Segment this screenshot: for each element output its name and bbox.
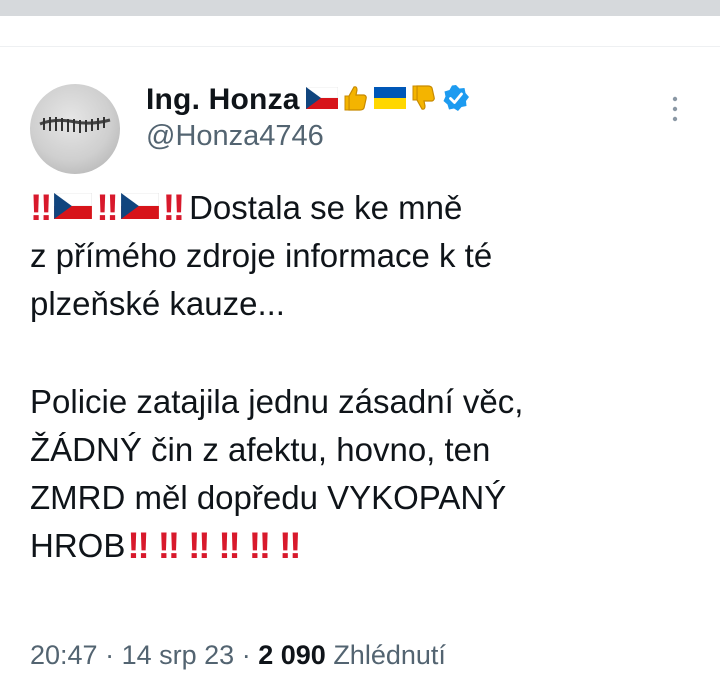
avatar-image [39, 117, 111, 133]
tweet-line-7: HROB ‼ ‼ ‼ ‼ ‼ ‼ [30, 522, 710, 570]
ukraine-flag-icon [373, 86, 406, 114]
double-exclamation-icon: ‼ [157, 525, 180, 566]
double-exclamation-icon: ‼ [248, 525, 271, 566]
avatar[interactable] [30, 84, 120, 174]
tweet-line-1-text: Dostala se ke mně [189, 189, 463, 226]
double-exclamation-icon: ‼ [162, 187, 185, 228]
tweet-line-5: ŽÁDNÝ čin z afektu, hovno, ten [30, 431, 491, 468]
double-exclamation-icon: ‼ [279, 525, 301, 566]
double-exclamation-icon: ‼ [30, 187, 52, 228]
double-exclamation-icon: ‼ [127, 525, 149, 566]
tweet-line-3: plzeňské kauze... [30, 285, 285, 322]
divider [0, 46, 720, 47]
tweet-line-7-text: HROB [30, 527, 126, 564]
tweet-line-2: z přímého zdroje informace k té [30, 237, 493, 274]
double-exclamation-icon: ‼ [218, 525, 240, 566]
thumbs-down-icon [412, 84, 436, 117]
tweet-line-6: ZMRD měl dopředu VYKOPANÝ [30, 479, 507, 516]
author-name-row: Ing. Honza [146, 80, 470, 120]
tweet-line-4: Policie zatajila jednu zásadní věc, [30, 383, 524, 420]
tweet-line-1: ‼ ‼ ‼ Dostala se ke mně [30, 184, 710, 232]
meta-separator: · [105, 640, 115, 670]
czech-flag-icon [305, 86, 338, 114]
author-display-name[interactable]: Ing. Honza [146, 83, 300, 117]
double-exclamation-icon: ‼ [96, 187, 118, 228]
double-exclamation-icon: ‼ [188, 525, 210, 566]
tweet-date[interactable]: 14 srp 23 [122, 640, 235, 670]
more-options-icon[interactable] [670, 94, 680, 124]
tweet-meta: 20:47 · 14 srp 23 · 2 090 Zhlédnutí [30, 640, 446, 671]
view-count: 2 090 [258, 640, 326, 670]
verified-badge-icon [442, 84, 470, 117]
views-label: Zhlédnutí [333, 640, 446, 670]
author-handle[interactable]: @Honza4746 [146, 120, 324, 153]
top-bar [0, 0, 720, 16]
czech-flag-icon [120, 184, 159, 232]
tweet-time[interactable]: 20:47 [30, 640, 98, 670]
thumbs-up-icon [344, 84, 368, 117]
meta-separator: · [241, 640, 251, 670]
tweet-text: ‼ ‼ ‼ Dostala se ke mně z přímého zdroje… [30, 184, 710, 570]
czech-flag-icon [54, 184, 93, 232]
